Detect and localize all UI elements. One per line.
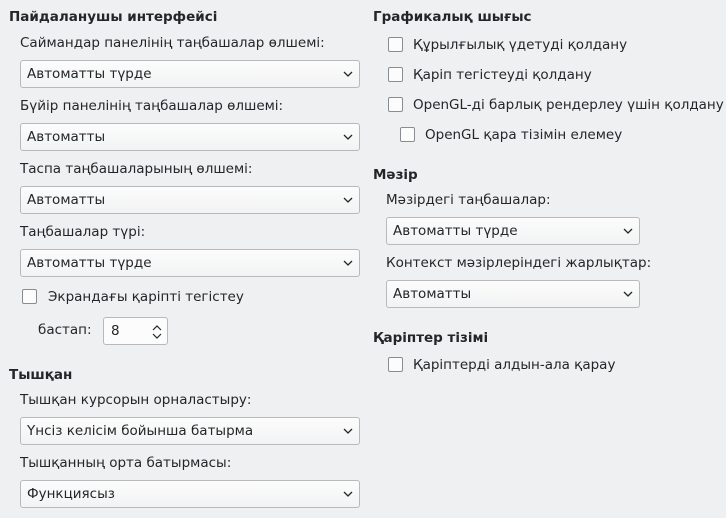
context-shortcuts-label: Контекст мәзірлеріндегі жарлықтар:: [386, 255, 652, 271]
toolbar-icon-size-combo[interactable]: Автоматты түрде: [20, 60, 360, 88]
toolbar-icon-size-value: Автоматты түрде: [27, 66, 152, 82]
menu-icons-combo[interactable]: Автоматты түрде: [386, 217, 640, 245]
sidebar-icon-size-value: Автоматты: [27, 129, 106, 145]
aa-label: Қаріп тегістеуді қолдану: [413, 67, 592, 83]
opengl-blacklist-label: OpenGL қара тізімін елемеу: [425, 127, 623, 143]
screen-font-aa-checkbox[interactable]: [22, 289, 37, 304]
graphics-output-heading: Графикалық шығыс: [373, 9, 532, 25]
chevron-down-icon: [343, 71, 353, 77]
aa-from-value: 8: [111, 323, 120, 339]
icon-style-value: Автоматты түрде: [27, 255, 152, 271]
icon-style-label: Таңбашалар түрі:: [20, 224, 146, 240]
middle-button-combo[interactable]: Функциясыз: [20, 480, 360, 508]
opengl-blacklist-checkbox[interactable]: [400, 127, 415, 142]
mouse-heading: Тышқан: [9, 367, 73, 383]
opengl-label: OpenGL-ді барлық рендерлеу үшін қолдану: [413, 97, 724, 113]
chevron-down-icon: [343, 491, 353, 497]
menu-icons-value: Автоматты түрде: [393, 223, 518, 239]
chevron-down-icon: [623, 291, 633, 297]
mouse-positioning-combo[interactable]: Үнсіз келісім бойынша батырма: [20, 417, 360, 445]
hw-accel-label: Құрылғылық үдетуді қолдану: [413, 37, 628, 53]
notebookbar-icon-size-value: Автоматты: [27, 192, 106, 208]
aa-checkbox[interactable]: [388, 67, 403, 82]
context-shortcuts-combo[interactable]: Автоматты: [386, 280, 640, 308]
chevron-down-icon: [343, 428, 353, 434]
chevron-down-icon: [343, 197, 353, 203]
menu-heading: Мәзір: [373, 167, 418, 183]
mouse-positioning-label: Тышқан курсорын орналастыру:: [20, 392, 252, 408]
sidebar-icon-size-combo[interactable]: Автоматты: [20, 123, 360, 151]
opengl-checkbox[interactable]: [388, 97, 403, 112]
hw-accel-checkbox[interactable]: [388, 37, 403, 52]
menu-icons-label: Мәзірдегі таңбашалар:: [386, 192, 551, 208]
middle-button-value: Функциясыз: [27, 486, 115, 502]
context-shortcuts-value: Автоматты: [393, 286, 472, 302]
notebookbar-icon-size-combo[interactable]: Автоматты: [20, 186, 360, 214]
sidebar-icon-size-label: Бүйір панелінің таңбашалар өлшемі:: [20, 98, 284, 114]
icon-style-combo[interactable]: Автоматты түрде: [20, 249, 360, 277]
font-preview-checkbox[interactable]: [388, 357, 403, 372]
chevron-down-icon: [343, 134, 353, 140]
font-list-heading: Қаріптер тізімі: [373, 330, 489, 346]
notebookbar-icon-size-label: Таспа таңбашаларының өлшемі:: [20, 161, 253, 177]
screen-font-aa-label: Экрандағы қаріпті тегістеу: [48, 289, 244, 305]
font-preview-label: Қаріптерді алдын-ала қарау: [413, 357, 616, 373]
toolbar-icon-size-label: Саймандар панелінің таңбашалар өлшемі:: [20, 35, 325, 51]
mouse-positioning-value: Үнсіз келісім бойынша батырма: [27, 423, 254, 439]
spin-arrows-icon[interactable]: [152, 324, 162, 340]
chevron-down-icon: [623, 228, 633, 234]
aa-from-spinbox[interactable]: 8: [103, 317, 168, 345]
aa-from-label: бастап:: [38, 322, 92, 338]
chevron-down-icon: [343, 260, 353, 266]
middle-button-label: Тышқанның орта батырмасы:: [20, 455, 232, 471]
user-interface-heading: Пайдаланушы интерфейсі: [9, 9, 218, 25]
